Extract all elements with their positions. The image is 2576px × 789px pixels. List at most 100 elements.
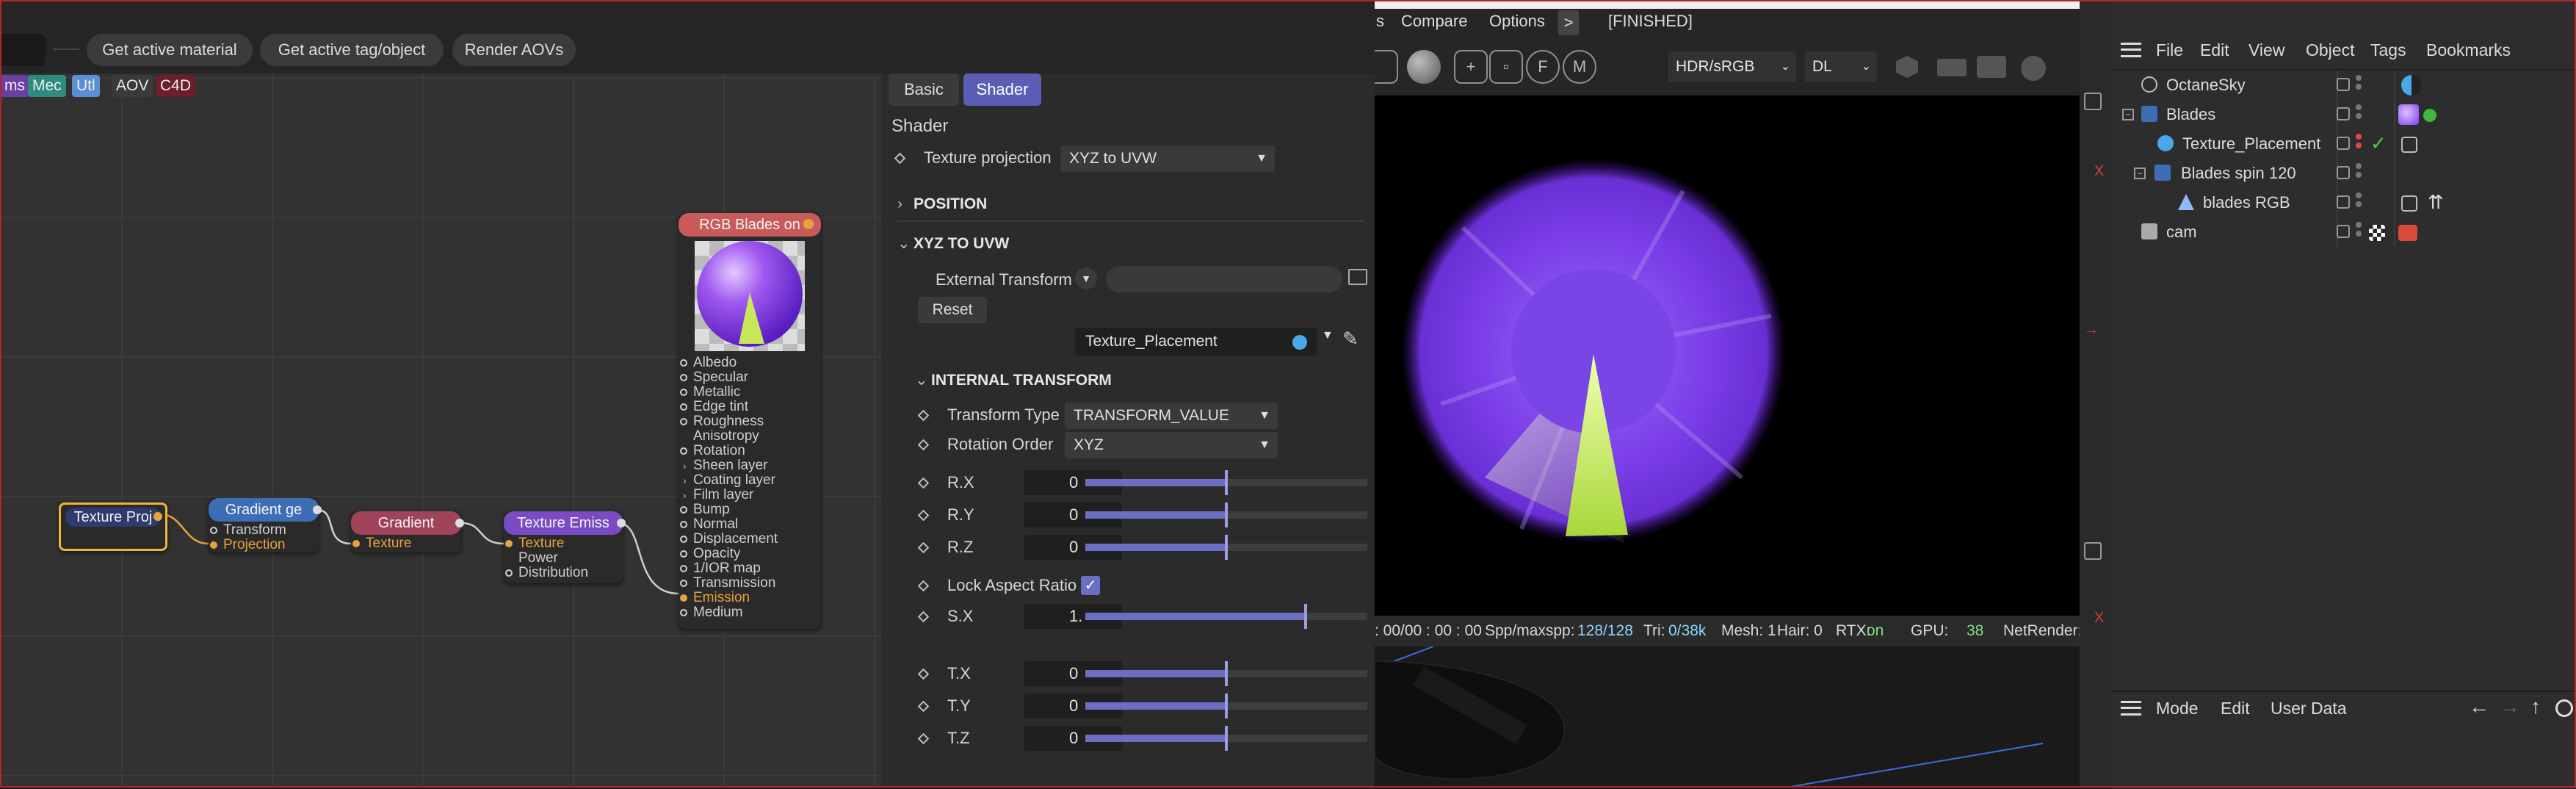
port-texture[interactable]: Texture bbox=[351, 536, 461, 551]
param-slider[interactable] bbox=[1085, 726, 1367, 751]
port-1-ior-map[interactable]: 1/IOR map bbox=[679, 561, 821, 576]
object-row-blades-spin[interactable]: − Blades spin 120 bbox=[2112, 159, 2576, 188]
material-sphere-icon[interactable] bbox=[1407, 50, 1441, 84]
menu-tags[interactable]: Tags bbox=[2370, 34, 2406, 66]
section-xyz-to-uvw[interactable]: ⌄ XYZ TO UVW bbox=[897, 229, 1009, 259]
slider-handle[interactable] bbox=[1303, 604, 1307, 629]
material-tag-icon[interactable] bbox=[2398, 104, 2419, 125]
port-bump[interactable]: Bump bbox=[679, 502, 821, 517]
menu-bookmarks[interactable]: Bookmarks bbox=[2426, 34, 2511, 66]
slider-handle[interactable] bbox=[1225, 535, 1228, 560]
slider-handle[interactable] bbox=[1225, 661, 1228, 686]
edit-visibility-icon[interactable] bbox=[2337, 225, 2350, 238]
port-film-layer[interactable]: › Film layer bbox=[679, 488, 821, 502]
keyframe-diamond-icon[interactable] bbox=[917, 409, 930, 422]
port-medium[interactable]: Medium bbox=[679, 605, 821, 620]
node-gradient-generator[interactable]: Gradient ge Transform Projection bbox=[209, 498, 322, 552]
hamburger-menu-icon[interactable] bbox=[2121, 701, 2141, 716]
visibility-dots[interactable] bbox=[2356, 192, 2362, 210]
placement-tag-icon[interactable] bbox=[2401, 137, 2417, 153]
film-region-icon[interactable]: ▫ bbox=[1489, 50, 1523, 84]
visibility-dots[interactable] bbox=[2356, 75, 2362, 93]
menu-item-compare[interactable]: Compare bbox=[1401, 12, 1467, 31]
object-row-blades[interactable]: − Blades bbox=[2112, 100, 2576, 129]
forward-arrow-icon[interactable]: → bbox=[2500, 695, 2520, 718]
port-sheen-layer[interactable]: › Sheen layer bbox=[679, 458, 821, 473]
octane-env-tag-icon[interactable] bbox=[2401, 75, 2422, 96]
slider-handle[interactable] bbox=[1225, 502, 1228, 527]
slider-handle[interactable] bbox=[1225, 693, 1228, 718]
output-port[interactable] bbox=[803, 219, 814, 229]
lock-icon[interactable] bbox=[1375, 50, 1398, 84]
port-texture[interactable]: Texture bbox=[504, 536, 623, 551]
param-slider[interactable] bbox=[1085, 661, 1367, 686]
octane-camera-tag-icon[interactable] bbox=[2398, 225, 2417, 241]
up-arrow-icon[interactable]: ↑ bbox=[2530, 695, 2541, 718]
material-tag-green-icon[interactable] bbox=[2423, 109, 2436, 122]
section-position[interactable]: › POSITION bbox=[897, 190, 987, 219]
node-editor[interactable]: Get active material Get active tag/objec… bbox=[0, 0, 881, 788]
add-region-icon[interactable]: + bbox=[1454, 50, 1488, 84]
keyframe-diamond-icon[interactable] bbox=[917, 477, 930, 489]
render-kernel-select[interactable]: DL ⌄ bbox=[1805, 51, 1877, 82]
color-space-select[interactable]: HDR/sRGB ⌄ bbox=[1668, 51, 1796, 82]
hamburger-menu-icon[interactable] bbox=[2121, 43, 2141, 57]
rotation-order-select[interactable]: XYZ ▼ bbox=[1065, 432, 1278, 458]
transform-type-select[interactable]: TRANSFORM_VALUE ▼ bbox=[1065, 403, 1278, 429]
output-port[interactable] bbox=[455, 519, 464, 527]
maximize-icon[interactable] bbox=[2084, 542, 2102, 560]
menu-file[interactable]: File bbox=[2156, 34, 2183, 66]
edit-visibility-icon[interactable] bbox=[2337, 78, 2350, 91]
node-gradient[interactable]: Gradient Texture bbox=[351, 511, 464, 552]
param-slider[interactable] bbox=[1085, 502, 1367, 527]
tab-basic[interactable]: Basic bbox=[889, 73, 959, 106]
material-picker-icon[interactable]: M bbox=[1563, 50, 1596, 84]
focus-picker-icon[interactable]: F bbox=[1526, 50, 1560, 84]
object-row-texture-placement[interactable]: Texture_Placement ✓ bbox=[2112, 129, 2576, 159]
edit-visibility-icon[interactable] bbox=[2337, 166, 2350, 179]
visibility-dots[interactable] bbox=[2356, 163, 2362, 181]
keyframe-diamond-icon[interactable] bbox=[917, 700, 930, 713]
port-opacity[interactable]: Opacity bbox=[679, 547, 821, 561]
camera-icon[interactable] bbox=[1977, 56, 2006, 78]
placement-tag-icon[interactable] bbox=[2401, 195, 2417, 212]
keyframe-diamond-icon[interactable] bbox=[917, 610, 930, 623]
enabled-check-icon[interactable]: ✓ bbox=[2370, 132, 2387, 155]
object-row-cam[interactable]: cam bbox=[2112, 217, 2576, 247]
external-transform-menu-button[interactable]: ▼ bbox=[1075, 267, 1097, 289]
section-internal-transform[interactable]: ⌄ INTERNAL TRANSFORM bbox=[915, 366, 1112, 395]
port-roughness[interactable]: Roughness bbox=[679, 414, 821, 429]
eyedropper-icon[interactable]: ✎ bbox=[1342, 328, 1364, 353]
collapse-toggle-icon[interactable]: − bbox=[2134, 167, 2146, 179]
clay-mode-icon[interactable] bbox=[1937, 59, 1967, 76]
chevron-down-icon[interactable]: ▼ bbox=[1322, 329, 1334, 342]
back-arrow-icon[interactable]: ← bbox=[2469, 695, 2489, 718]
port-emission[interactable]: Emission bbox=[679, 591, 821, 605]
menu-item-options[interactable]: Options bbox=[1489, 12, 1545, 31]
port-transform[interactable]: Transform bbox=[209, 523, 319, 538]
keyframe-diamond-icon[interactable] bbox=[917, 509, 930, 522]
record-icon[interactable] bbox=[2021, 56, 2046, 81]
lock-aspect-ratio-checkbox[interactable]: ✓ bbox=[1081, 576, 1100, 595]
slider-handle[interactable] bbox=[1225, 470, 1228, 495]
menu-object[interactable]: Object bbox=[2306, 34, 2354, 66]
reset-button[interactable]: Reset bbox=[918, 297, 987, 323]
edit-visibility-icon[interactable] bbox=[2337, 107, 2350, 120]
menu-more-button[interactable]: > bbox=[1558, 10, 1579, 35]
port-anisotropy[interactable]: Anisotropy bbox=[679, 429, 821, 444]
visibility-dots[interactable] bbox=[2356, 134, 2362, 151]
port-projection[interactable]: Projection bbox=[209, 538, 319, 552]
camera-tag-icon[interactable] bbox=[2369, 225, 2385, 241]
object-row-blades-rgb[interactable]: blades RGB ⇈ bbox=[2112, 188, 2576, 217]
tab-shader[interactable]: Shader bbox=[963, 73, 1041, 106]
param-slider[interactable] bbox=[1085, 470, 1367, 495]
port-power[interactable]: Power bbox=[504, 551, 623, 566]
keyframe-diamond-icon[interactable] bbox=[917, 668, 930, 680]
texture-placement-link[interactable]: Texture_Placement bbox=[1075, 328, 1317, 356]
menu-mode[interactable]: Mode bbox=[2156, 692, 2199, 724]
port-displacement[interactable]: Displacement bbox=[679, 532, 821, 547]
slider-handle[interactable] bbox=[1225, 726, 1228, 751]
keyframe-diamond-icon[interactable] bbox=[917, 580, 930, 592]
folder-icon[interactable] bbox=[1348, 269, 1367, 285]
node-texture-projection[interactable]: Texture Proj bbox=[59, 502, 167, 551]
